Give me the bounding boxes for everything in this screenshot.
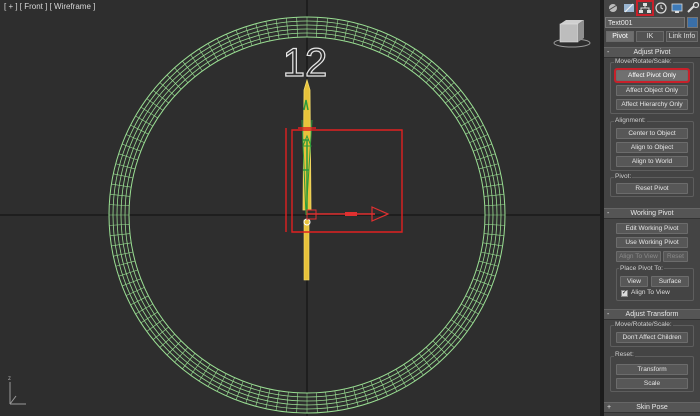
align-to-world-button[interactable]: Align to World <box>616 156 688 167</box>
modify-icon[interactable] <box>622 2 636 14</box>
front-viewport[interactable]: 12 [ + ] [ Front ] [ Wireframe ] z <box>0 0 600 416</box>
affect-object-only-button[interactable]: Affect Object Only <box>616 85 688 96</box>
viewcube[interactable] <box>552 18 592 55</box>
place-view-button[interactable]: View <box>620 276 648 287</box>
tab-link-info[interactable]: Link Info <box>666 31 698 42</box>
affect-pivot-only-button[interactable]: Affect Pivot Only <box>614 68 690 83</box>
group-label: Place Pivot To: <box>619 265 664 272</box>
tab-pivot[interactable]: Pivot <box>606 31 634 42</box>
create-icon[interactable] <box>606 2 620 14</box>
rollout-title: Adjust Pivot <box>633 49 671 56</box>
rollout-adjust-transform[interactable]: - Adjust Transform <box>604 309 700 320</box>
dont-affect-children-button[interactable]: Don't Affect Children <box>616 332 688 343</box>
axis-tripod-icon: z <box>4 372 30 413</box>
display-icon[interactable] <box>670 2 684 14</box>
align-to-view-button[interactable]: Align To View <box>616 251 661 262</box>
hierarchy-icon[interactable] <box>636 0 654 16</box>
align-to-view-checkbox[interactable]: ✓ <box>621 290 628 297</box>
rollout-title: Adjust Transform <box>625 311 679 318</box>
align-to-object-button[interactable]: Align to Object <box>616 142 688 153</box>
motion-icon[interactable] <box>654 2 668 14</box>
group-label: Pivot: <box>614 173 633 180</box>
object-color-swatch[interactable] <box>687 17 698 28</box>
group-label: Alignment: <box>614 117 647 124</box>
object-name-field[interactable]: Text001 <box>605 17 685 28</box>
viewport-canvas: 12 <box>0 0 600 416</box>
command-panel: Text001 Pivot IK Link Info - Adjust Pivo… <box>604 0 700 416</box>
rollout-working-pivot[interactable]: - Working Pivot <box>604 208 700 219</box>
group-label: Reset: <box>614 351 635 358</box>
center-to-object-button[interactable]: Center to Object <box>616 128 688 139</box>
rollout-collapse-sign: + <box>607 404 612 411</box>
place-surface-button[interactable]: Surface <box>651 276 689 287</box>
affect-hierarchy-only-button[interactable]: Affect Hierarchy Only <box>616 99 688 110</box>
viewport-label[interactable]: [ + ] [ Front ] [ Wireframe ] <box>4 2 95 11</box>
tab-ik[interactable]: IK <box>636 31 664 42</box>
reset-working-pivot-button[interactable]: Reset <box>663 251 688 262</box>
rollout-collapse-sign: - <box>607 49 610 56</box>
clock-numeral-12: 12 <box>283 41 328 85</box>
rollout-adjust-pivot[interactable]: - Adjust Pivot <box>604 47 700 58</box>
rollout-collapse-sign: - <box>607 210 610 217</box>
rollout-title: Skin Pose <box>636 404 668 411</box>
align-to-view-check-label: Align To View <box>631 289 670 296</box>
svg-text:z: z <box>8 376 11 382</box>
rollout-collapse-sign: - <box>607 311 610 318</box>
rollout-skin-pose[interactable]: + Skin Pose <box>604 402 700 413</box>
pivot-gizmo[interactable] <box>302 134 390 222</box>
group-label: Move/Rotate/Scale: <box>614 58 673 65</box>
reset-pivot-button[interactable]: Reset Pivot <box>616 183 688 194</box>
reset-transform-button[interactable]: Transform <box>616 364 688 375</box>
reset-scale-button[interactable]: Scale <box>616 378 688 389</box>
group-label: Move/Rotate/Scale: <box>614 321 673 328</box>
use-working-pivot-button[interactable]: Use Working Pivot <box>616 237 688 248</box>
rollout-title: Working Pivot <box>630 210 674 217</box>
utilities-icon[interactable] <box>686 1 700 14</box>
edit-working-pivot-button[interactable]: Edit Working Pivot <box>616 223 688 234</box>
